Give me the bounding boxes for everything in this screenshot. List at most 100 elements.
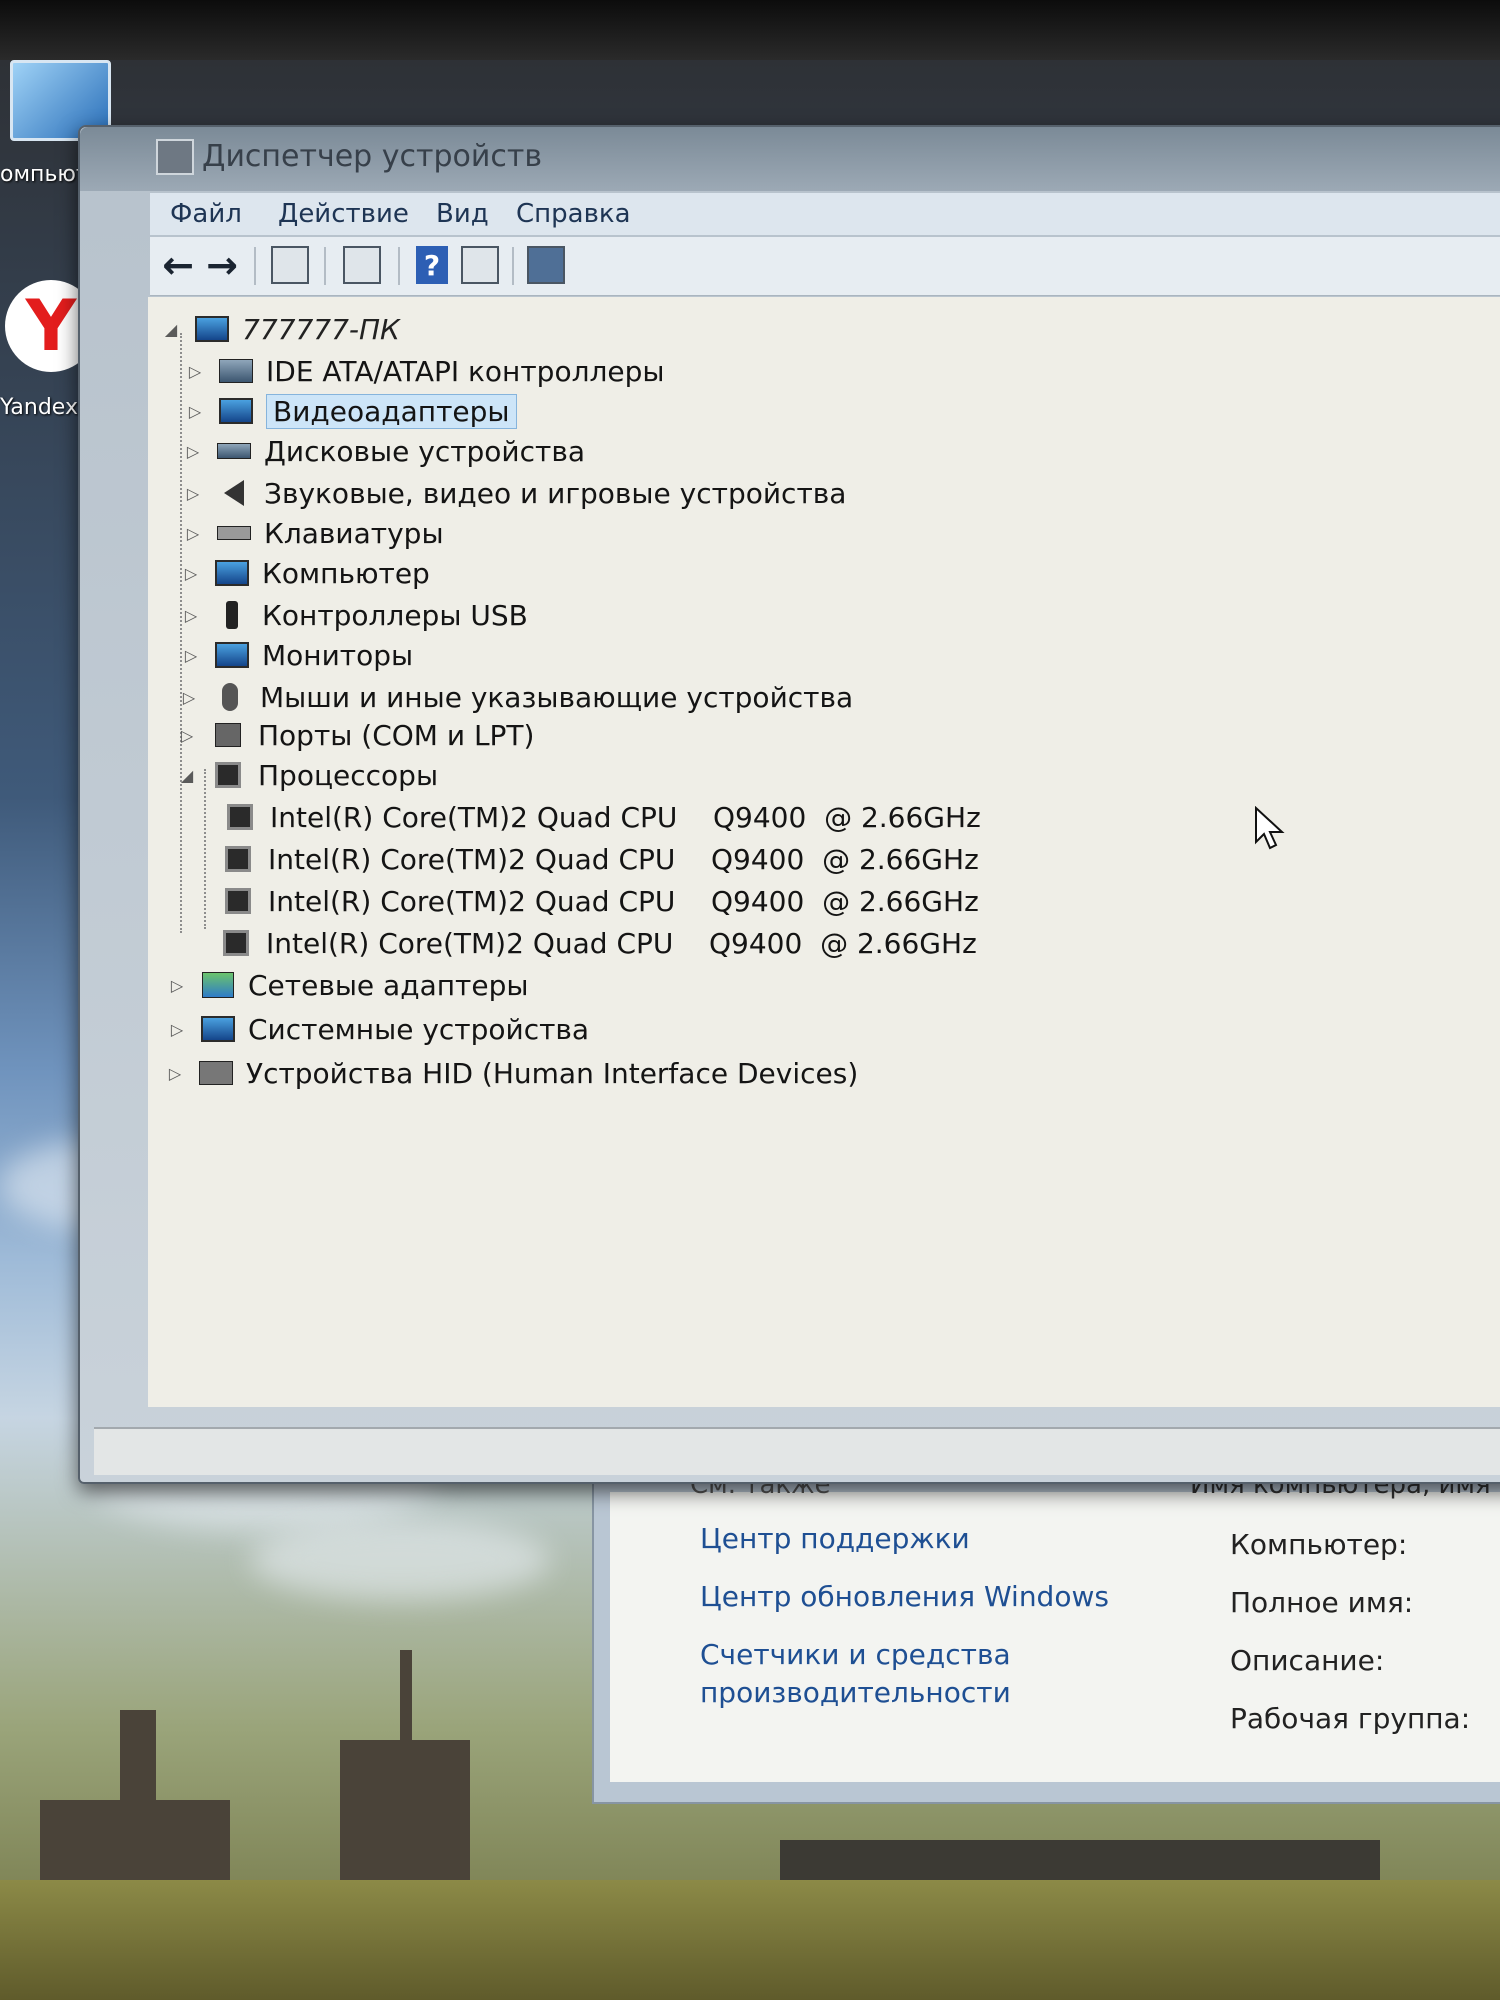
processor-icon [216, 928, 256, 958]
disk-drive-icon [214, 436, 254, 466]
tree-item-ports[interactable]: ▷ Порты (COM и LPT) [178, 717, 535, 753]
tree-item-label: Порты (COM и LPT) [258, 718, 535, 752]
collapsed-triangle-icon: ▷ [168, 1063, 182, 1083]
toolbar-separator [324, 247, 326, 285]
menu-bar: Файл Действие Вид Справка [150, 193, 1500, 235]
performance-link[interactable]: Счетчики и средства [700, 1638, 1011, 1671]
status-bar [94, 1427, 1500, 1475]
menu-help[interactable]: Справка [516, 199, 631, 229]
tree-item-usb[interactable]: ▷ Контроллеры USB [182, 597, 528, 633]
forward-button[interactable]: → [202, 243, 242, 287]
collapsed-triangle-icon: ▷ [184, 645, 198, 665]
tree-item-label: Устройства HID (Human Interface Devices) [246, 1056, 859, 1090]
collapsed-triangle-icon: ▷ [184, 563, 198, 583]
tree-item-sound[interactable]: ▷ Звуковые, видео и игровые устройства [184, 475, 847, 511]
tree-item-label: Дисковые устройства [264, 434, 585, 468]
display-adapter-icon [216, 396, 256, 426]
tree-item-label: Компьютер [262, 556, 430, 590]
device-manager-icon [156, 139, 194, 175]
computer-icon [212, 558, 252, 588]
action-center-link[interactable]: Центр поддержки [700, 1522, 970, 1555]
tree-item-cpu[interactable]: Intel(R) Core(TM)2 Quad CPU Q9400 @ 2.66… [216, 925, 977, 961]
toolbar-separator [254, 247, 256, 285]
monitor-icon [212, 640, 252, 670]
full-name-label: Полное имя: [1230, 1586, 1414, 1619]
keyboard-icon [214, 518, 254, 548]
ide-controller-icon [216, 356, 256, 386]
usb-icon [212, 600, 252, 630]
view-icon [461, 246, 499, 284]
tree-item-computer[interactable]: ▷ Компьютер [182, 555, 430, 591]
tree-item-cpu[interactable]: Intel(R) Core(TM)2 Quad CPU Q9400 @ 2.66… [220, 799, 981, 835]
tree-item-cpu[interactable]: Intel(R) Core(TM)2 Quad CPU Q9400 @ 2.66… [218, 841, 979, 877]
tree-item-cpu[interactable]: Intel(R) Core(TM)2 Quad CPU Q9400 @ 2.66… [218, 883, 979, 919]
system-window-body: См. также Имя компьютера, имя до Центр п… [610, 1470, 1500, 1782]
cpu-label: Intel(R) Core(TM)2 Quad CPU Q9400 @ 2.66… [268, 842, 979, 876]
device-tree[interactable]: ◢ 777777-ПК ▷ IDE ATA/ATAPI контроллеры … [148, 297, 1500, 1407]
tree-item-label: Контроллеры USB [262, 598, 528, 632]
properties-button[interactable] [340, 245, 384, 285]
window-title: Диспетчер устройств [202, 139, 543, 174]
tree-item-network[interactable]: ▷ Сетевые адаптеры [168, 967, 529, 1003]
tree-item-label: Процессоры [258, 758, 439, 792]
menu-view[interactable]: Вид [436, 199, 489, 229]
performance-link-line2[interactable]: производительности [700, 1676, 1011, 1709]
menu-file[interactable]: Файл [170, 199, 242, 229]
menu-action[interactable]: Действие [278, 199, 409, 229]
tree-item-disk[interactable]: ▷ Дисковые устройства [184, 433, 585, 469]
toolbar-separator [398, 247, 400, 285]
tree-item-label: IDE ATA/ATAPI контроллеры [266, 354, 665, 388]
tree-item-video[interactable]: ▷ Видеоадаптеры [186, 393, 517, 429]
tree-item-system[interactable]: ▷ Системные устройства [168, 1011, 589, 1047]
mouse-cursor-icon [1255, 806, 1285, 850]
tree-item-processors[interactable]: ◢ Процессоры [178, 757, 438, 793]
bell-tower-spire [400, 1650, 412, 1750]
tree-item-keyboard[interactable]: ▷ Клавиатуры [184, 515, 444, 551]
collapsed-triangle-icon: ▷ [188, 401, 202, 421]
show-hide-tree-button[interactable] [268, 245, 312, 285]
processor-icon [218, 886, 258, 916]
tree-item-mice[interactable]: ▷ Мыши и иные указывающие устройства [180, 679, 853, 715]
tree-root[interactable]: ◢ 777777-ПК [162, 311, 400, 347]
tree-item-ide[interactable]: ▷ IDE ATA/ATAPI контроллеры [186, 353, 665, 389]
cpu-label: Intel(R) Core(TM)2 Quad CPU Q9400 @ 2.66… [270, 800, 981, 834]
tree-item-hid[interactable]: ▷ Устройства HID (Human Interface Device… [166, 1055, 858, 1091]
show-hide-tree-icon [271, 246, 309, 284]
properties-icon [343, 246, 381, 284]
collapsed-triangle-icon: ▷ [170, 1019, 184, 1039]
collapsed-triangle-icon: ▷ [186, 483, 200, 503]
expanded-triangle-icon: ◢ [180, 765, 194, 785]
tree-item-label: Клавиатуры [264, 516, 444, 550]
view-button[interactable] [458, 245, 502, 285]
device-manager-window[interactable]: Диспетчер устройств Файл Действие Вид Сп… [78, 125, 1500, 1484]
tree-item-label: Мыши и иные указывающие устройства [260, 680, 854, 714]
tree-item-label: Звуковые, видео и игровые устройства [264, 476, 847, 510]
church-tower [120, 1710, 156, 1810]
tree-item-monitors[interactable]: ▷ Мониторы [182, 637, 413, 673]
collapsed-triangle-icon: ▷ [188, 361, 202, 381]
forward-icon: → [206, 243, 238, 287]
collapsed-triangle-icon: ▷ [186, 441, 200, 461]
field [0, 1880, 1500, 2000]
computer-label: Компьютер: [1230, 1528, 1408, 1561]
processor-icon [220, 802, 260, 832]
monitor-bezel [0, 0, 1500, 60]
collapsed-triangle-icon: ▷ [186, 523, 200, 543]
system-properties-window: См. также Имя компьютера, имя до Центр п… [592, 1470, 1500, 1804]
scan-hardware-button[interactable] [524, 245, 568, 285]
title-bar[interactable]: Диспетчер устройств [80, 127, 1500, 191]
tree-guide-line [204, 769, 206, 929]
cpu-label: Intel(R) Core(TM)2 Quad CPU Q9400 @ 2.66… [268, 884, 979, 918]
windows-update-link[interactable]: Центр обновления Windows [700, 1580, 1109, 1613]
port-icon [208, 720, 248, 750]
help-icon: ? [416, 246, 448, 284]
back-icon: ← [162, 243, 194, 287]
help-button[interactable]: ? [412, 245, 452, 285]
tree-guide-line [180, 333, 182, 933]
speaker-icon [214, 478, 254, 508]
toolbar-separator [512, 247, 514, 285]
processor-icon [208, 760, 248, 790]
back-button[interactable]: ← [158, 243, 198, 287]
tree-item-label: Системные устройства [248, 1012, 590, 1046]
tree-item-label: Мониторы [262, 638, 414, 672]
